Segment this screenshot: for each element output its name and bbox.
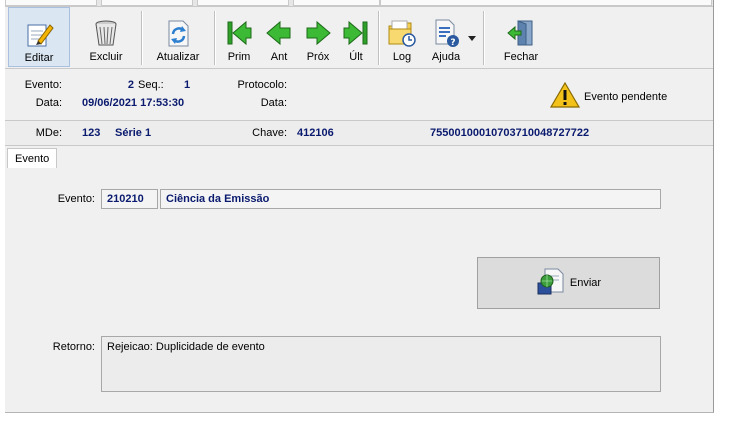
exit-door-icon bbox=[505, 17, 537, 49]
mde-number: 123 bbox=[82, 127, 101, 139]
tab-row: Evento bbox=[5, 146, 713, 169]
chave-label: Chave: bbox=[252, 127, 287, 139]
folder-clock-icon bbox=[386, 17, 418, 49]
chave-value: 75500100010703710048727722 bbox=[430, 127, 590, 139]
tab-evento[interactable]: Evento bbox=[7, 148, 58, 169]
top-tab-strip bbox=[5, 0, 713, 7]
trash-bin-icon bbox=[90, 17, 122, 49]
toolbar: Editar Excluir Atualizar Prim Ant Próx Ú… bbox=[5, 7, 713, 69]
log-label: Log bbox=[392, 51, 412, 63]
evento-code-field[interactable]: 210210 bbox=[101, 189, 158, 209]
protocolo-label: Protocolo: bbox=[237, 79, 287, 91]
editar-label: Editar bbox=[24, 52, 54, 64]
form-evento-label: Evento: bbox=[57, 193, 95, 205]
evento-desc-field[interactable]: Ciência da Emissão bbox=[160, 189, 661, 209]
prox-button[interactable]: Próx bbox=[299, 7, 337, 67]
last-record-icon bbox=[340, 17, 372, 49]
seq-value: 1 bbox=[184, 79, 191, 91]
excluir-label: Excluir bbox=[89, 51, 123, 63]
prim-label: Prim bbox=[227, 51, 251, 63]
svg-text:?: ? bbox=[450, 38, 455, 48]
retorno-label: Retorno: bbox=[52, 341, 95, 353]
chevron-down-icon[interactable] bbox=[468, 33, 476, 43]
seq-label: Seq.: bbox=[138, 79, 164, 91]
data2-label: Data: bbox=[260, 97, 287, 109]
atualizar-label: Atualizar bbox=[156, 51, 200, 63]
ajuda-button[interactable]: ? Ajuda bbox=[425, 7, 467, 67]
editar-button[interactable]: Editar bbox=[8, 7, 70, 67]
ant-button[interactable]: Ant bbox=[260, 7, 298, 67]
fechar-label: Fechar bbox=[503, 51, 539, 63]
mde-serie: Série 1 bbox=[115, 127, 152, 139]
data-label: Data: bbox=[35, 97, 62, 109]
excluir-button[interactable]: Excluir bbox=[75, 7, 137, 67]
event-window: Editar Excluir Atualizar Prim Ant Próx Ú… bbox=[5, 0, 714, 413]
first-record-icon bbox=[223, 17, 255, 49]
ant-label: Ant bbox=[270, 51, 288, 63]
retorno-field[interactable]: Rejeicao: Duplicidade de evento bbox=[101, 336, 661, 392]
ajuda-label: Ajuda bbox=[431, 51, 461, 63]
mde-label: MDe: bbox=[35, 127, 62, 139]
send-globe-icon bbox=[536, 267, 566, 300]
evento-label: Evento: bbox=[24, 79, 62, 91]
ult-label: Últ bbox=[349, 51, 363, 63]
atualizar-button[interactable]: Atualizar bbox=[145, 7, 211, 67]
data-value: 09/06/2021 17:53:30 bbox=[82, 97, 185, 109]
mde-bar: MDe: 123 Série 1 Chave: 412106 755001000… bbox=[5, 121, 713, 146]
refresh-document-icon bbox=[162, 17, 194, 49]
chave-prefix: 412106 bbox=[297, 127, 334, 139]
next-record-icon bbox=[302, 17, 334, 49]
enviar-label: Enviar bbox=[569, 277, 602, 289]
ult-button[interactable]: Últ bbox=[337, 7, 375, 67]
info-panel: Evento: 2 Seq.: 1 Protocolo: Data: 09/06… bbox=[5, 70, 713, 121]
help-document-icon: ? bbox=[430, 17, 462, 49]
warning-icon bbox=[549, 81, 581, 108]
evento-value: 2 bbox=[127, 79, 134, 91]
previous-record-icon bbox=[263, 17, 295, 49]
prox-label: Próx bbox=[306, 51, 330, 63]
pencil-notepad-icon bbox=[23, 18, 55, 50]
log-button[interactable]: Log bbox=[382, 7, 422, 67]
fechar-button[interactable]: Fechar bbox=[489, 7, 553, 67]
status-text: Evento pendente bbox=[584, 91, 668, 103]
enviar-button[interactable]: Enviar bbox=[477, 257, 660, 309]
prim-button[interactable]: Prim bbox=[219, 7, 259, 67]
